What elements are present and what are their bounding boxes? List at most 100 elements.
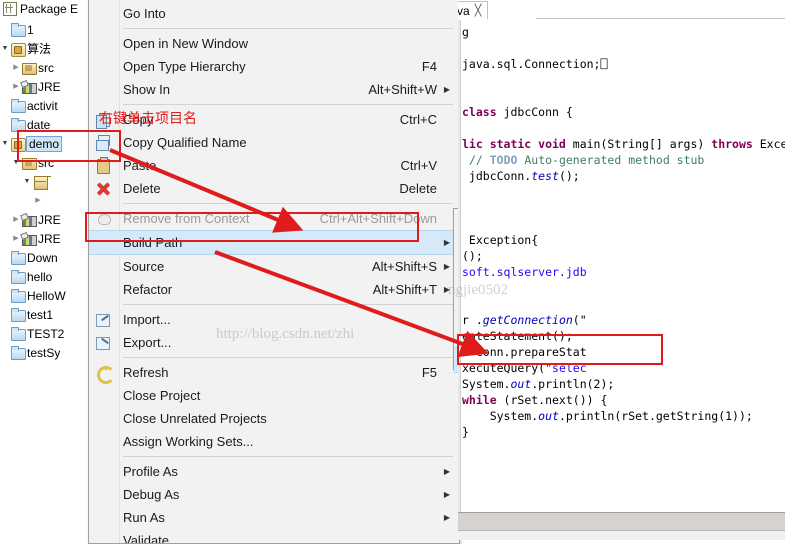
- menu-item-refactor[interactable]: Refactor Alt+Shift+T ▶: [89, 278, 459, 301]
- chevron-right-icon: ▶: [443, 512, 450, 522]
- tree-item-down[interactable]: Down: [0, 248, 88, 267]
- menu-item-show-in[interactable]: Show In Alt+Shift+W ▶: [89, 78, 459, 101]
- menu-item-close-project[interactable]: Close Project: [89, 384, 459, 407]
- package-explorer-view[interactable]: Package E 1 算法 src JRE activit date demo src JRE…: [0, 0, 89, 540]
- menu-item-validate[interactable]: Validate: [89, 529, 459, 543]
- menu-item-delete[interactable]: Delete Delete: [89, 177, 459, 200]
- menu-item-open-in-new-window[interactable]: Open in New Window: [89, 32, 459, 55]
- menu-item-shortcut: Ctrl+C: [399, 112, 437, 127]
- menu-item-copy-qualified-name[interactable]: Copy Qualified Name: [89, 131, 459, 154]
- tree-item-hello[interactable]: hello: [0, 267, 88, 286]
- menu-item-shortcut: Ctrl+Alt+Shift+Down: [319, 211, 437, 226]
- menu-item-import[interactable]: Import...: [89, 308, 459, 331]
- code-line: = conn.prepareStat: [462, 345, 587, 359]
- editor-tab-bar-filler: [536, 1, 785, 19]
- chevron-right-icon: ▶: [443, 84, 450, 94]
- tree-item-src[interactable]: src: [0, 153, 88, 172]
- ctx-icon: [95, 210, 112, 227]
- copy-icon: [95, 111, 112, 129]
- code-line: eateStatement();: [462, 329, 573, 343]
- editor-tab-label: va: [458, 3, 470, 18]
- tree-item-src[interactable]: src: [0, 58, 88, 77]
- menu-item-assign-working-sets[interactable]: Assign Working Sets...: [89, 430, 459, 453]
- tree-item-jre[interactable]: JRE: [0, 229, 88, 248]
- tree-item-jre[interactable]: JRE: [0, 210, 88, 229]
- menu-separator: [123, 104, 453, 105]
- tree-item-activit[interactable]: activit: [0, 96, 88, 115]
- tree-item-date[interactable]: date: [0, 115, 88, 134]
- twisty-closed-icon[interactable]: [11, 216, 21, 223]
- editor-code-area[interactable]: g java.sql.Connection;⎕ class jdbcConn {l…: [458, 20, 785, 520]
- twisty-open-icon[interactable]: [0, 140, 10, 147]
- tree-item-jre[interactable]: JRE: [0, 77, 88, 96]
- menu-item-build-path[interactable]: Build Path ▶: [89, 230, 459, 255]
- package-explorer-icon: [3, 2, 17, 16]
- twisty-closed-icon[interactable]: [11, 235, 21, 242]
- tree-item-hellow[interactable]: HelloW: [0, 286, 88, 305]
- tree-item-node-9[interactable]: [0, 191, 88, 210]
- menu-item-shortcut: F4: [421, 59, 437, 74]
- code-line: // TODO Auto-generated method stub: [468, 153, 705, 167]
- menu-item-label: Show In: [123, 82, 170, 97]
- menu-item-label: Remove from Context: [123, 211, 250, 226]
- tree-item-test1[interactable]: test1: [0, 305, 88, 324]
- menu-item-shortcut: Delete: [399, 181, 437, 196]
- tree-item-test2[interactable]: TEST2: [0, 324, 88, 343]
- pkg-icon: [32, 174, 49, 190]
- menu-item-shortcut: Alt+Shift+W: [368, 82, 437, 97]
- editor-tab-bar[interactable]: va ╳: [458, 0, 785, 19]
- tree-item-label: demo: [25, 135, 63, 152]
- src-icon: [21, 60, 38, 76]
- ref-icon: [95, 364, 115, 384]
- del-icon: [95, 180, 112, 197]
- editor-tab[interactable]: va ╳: [458, 1, 489, 19]
- menu-item-export[interactable]: Export...: [89, 331, 459, 354]
- menu-item-label: Go Into: [123, 6, 166, 21]
- menu-item-label: Refresh: [123, 365, 169, 380]
- tree-item-testsy[interactable]: testSy: [0, 343, 88, 362]
- code-line: g: [462, 25, 476, 39]
- package-explorer-title-label: Package E: [20, 2, 79, 16]
- twisty-closed-icon[interactable]: [11, 64, 21, 71]
- jproj-icon: [10, 136, 27, 152]
- bottom-view-tabs[interactable]: [458, 530, 785, 540]
- menu-item-open-type-hierarchy[interactable]: Open Type Hierarchy F4: [89, 55, 459, 78]
- twisty-open-icon[interactable]: [11, 159, 21, 166]
- menu-item-source[interactable]: Source Alt+Shift+S ▶: [89, 255, 459, 278]
- tree-item-demo[interactable]: demo: [0, 134, 88, 153]
- context-menu[interactable]: Go Into Open in New Window Open Type Hiera…: [88, 0, 460, 544]
- menu-item-label: Export...: [123, 335, 172, 350]
- code-line: jdbcConn.test();: [462, 169, 580, 183]
- twisty-closed-icon[interactable]: [11, 83, 21, 90]
- menu-item-go-into[interactable]: Go Into: [89, 2, 459, 25]
- folder-icon: [10, 22, 27, 38]
- folder-icon: [10, 345, 27, 361]
- menu-item-run-as[interactable]: Run As ▶: [89, 506, 459, 529]
- tree-item-label: test1: [27, 307, 54, 322]
- java-editor[interactable]: va ╳ g java.sql.Connection;⎕ class jdbcCo…: [458, 0, 785, 540]
- menu-item-profile-as[interactable]: Profile As ▶: [89, 460, 459, 483]
- twisty-closed-icon[interactable]: [33, 197, 43, 204]
- menu-item-label: Open Type Hierarchy: [123, 59, 246, 74]
- twisty-open-icon[interactable]: [0, 45, 10, 52]
- menu-item-label: Debug As: [123, 487, 180, 502]
- tree-item-1[interactable]: 1: [0, 20, 88, 39]
- code-line: while (rSet.next()) {: [462, 393, 608, 407]
- menu-separator: [123, 28, 453, 29]
- tree-item-label: Down: [27, 250, 58, 265]
- close-icon[interactable]: ╳: [475, 4, 482, 17]
- tree-item-node-8[interactable]: [0, 172, 88, 191]
- tree-item--[interactable]: 算法: [0, 39, 88, 58]
- folder-icon: [10, 98, 27, 114]
- menu-item-debug-as[interactable]: Debug As ▶: [89, 483, 459, 506]
- project-tree[interactable]: 1 算法 src JRE activit date demo src JRE JRE Down hel…: [0, 20, 88, 362]
- menu-item-refresh[interactable]: Refresh F5: [89, 361, 459, 384]
- code-line: r .getConnection(": [462, 313, 587, 327]
- menu-item-close-unrelated-projects[interactable]: Close Unrelated Projects: [89, 407, 459, 430]
- menu-item-label: Paste: [123, 158, 157, 173]
- lib-icon: [21, 231, 38, 247]
- menu-item-copy[interactable]: Copy Ctrl+C: [89, 108, 459, 131]
- tree-item-label: 算法: [27, 42, 52, 56]
- menu-item-paste[interactable]: Paste Ctrl+V: [89, 154, 459, 177]
- twisty-open-icon[interactable]: [22, 178, 32, 185]
